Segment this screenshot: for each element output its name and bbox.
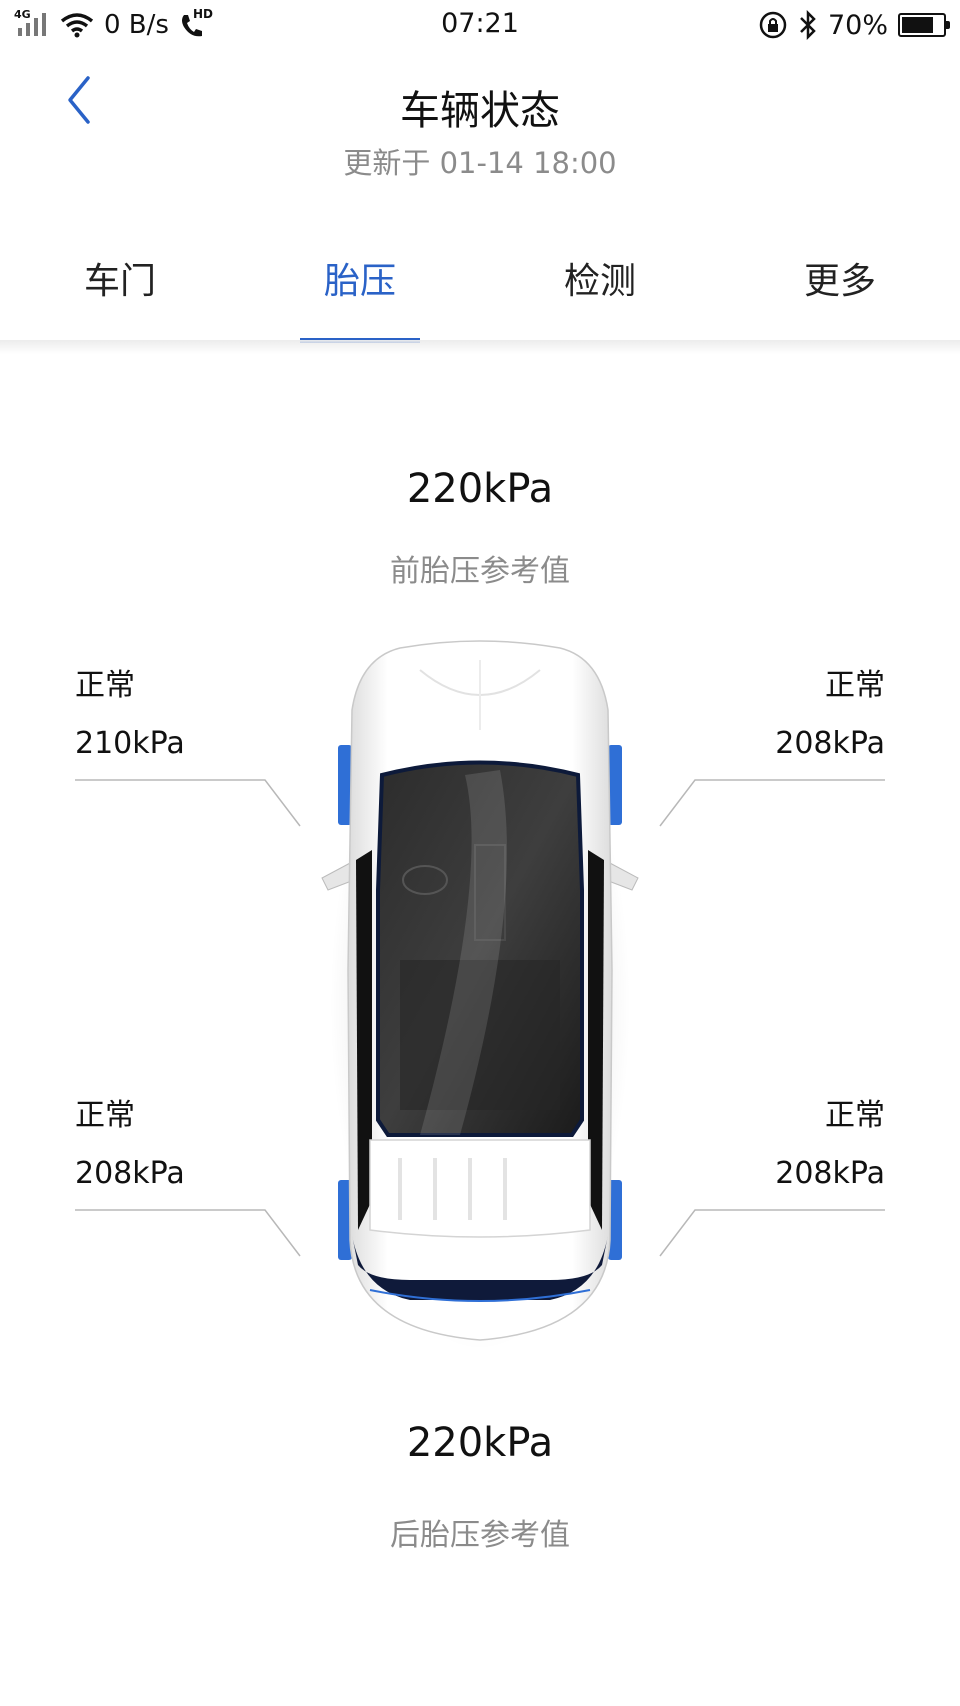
tire-pressure: 208kPa <box>775 726 885 761</box>
car-top-view <box>321 640 639 1350</box>
battery-icon <box>898 13 950 37</box>
tire-rear-right: 正常 208kPa <box>685 1090 885 1191</box>
tire-status: 正常 <box>825 1098 885 1133</box>
tire-front-left: 正常 210kPa <box>75 660 275 761</box>
tire-pressure: 208kPa <box>775 1156 885 1191</box>
tire-front-right: 正常 208kPa <box>685 660 885 761</box>
last-updated: 更新于 01-14 18:00 <box>343 146 617 180</box>
tab-inspection[interactable]: 检测 <box>510 252 690 304</box>
tab-tire-pressure[interactable]: 胎压 <box>270 252 450 304</box>
tab-more[interactable]: 更多 <box>750 252 930 304</box>
page-title: 车辆状态 <box>400 88 560 134</box>
status-bar-right: 70% <box>758 8 950 42</box>
tab-bar: 车门 胎压 检测 更多 <box>0 226 960 343</box>
battery-percent: 70% <box>827 9 888 41</box>
tire-pressure: 208kPa <box>75 1156 185 1191</box>
rear-reference-value: 220kPa <box>406 1420 554 1466</box>
tire-status: 正常 <box>825 668 885 703</box>
tire-status: 正常 <box>75 1098 135 1133</box>
tab-bar-shadow <box>0 340 960 354</box>
status-bar: 4G 0 B/s HD 07:21 70% <box>0 0 960 50</box>
bluetooth-icon <box>800 10 816 40</box>
front-reference-value: 220kPa <box>406 466 554 512</box>
front-reference-label: 前胎压参考值 <box>390 554 570 589</box>
rear-reference-label: 后胎压参考值 <box>390 1518 570 1553</box>
tab-doors[interactable]: 车门 <box>30 252 210 304</box>
rotation-lock-icon <box>759 11 787 39</box>
tire-status: 正常 <box>75 668 135 703</box>
tire-rear-left: 正常 208kPa <box>75 1090 275 1191</box>
tire-pressure: 210kPa <box>75 726 185 761</box>
